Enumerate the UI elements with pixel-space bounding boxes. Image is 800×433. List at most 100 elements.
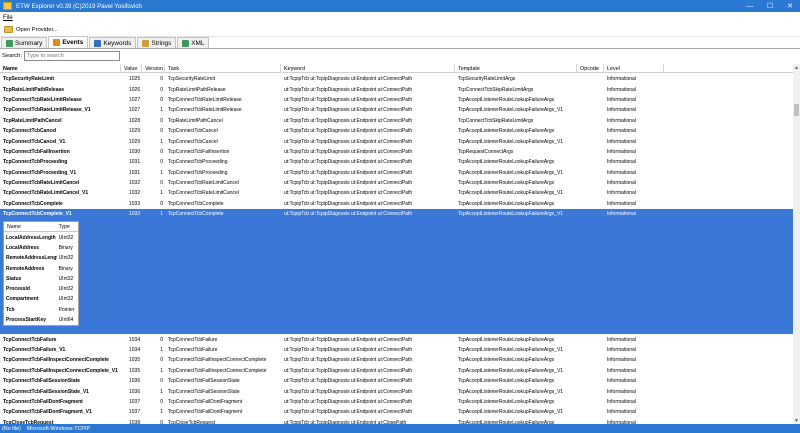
table-row[interactable]: TcpConnectTcbRateLimitRelease 1027 0 TcpCon… (0, 95, 793, 105)
event-fields-table: Name Type LocalAddressLength UInt32 LocalA… (3, 221, 79, 327)
cell-template: TcpAcceptListenerRouteLookupFailureArgs_… (458, 347, 564, 354)
field-row[interactable]: LocalAddress Binary (4, 243, 78, 253)
selected-table-row[interactable]: TcpConnectTcbComplete_V1 1033 1 TcpConne… (0, 209, 793, 220)
cell-template: TcpAcceptListenerRouteLookupFailureArgs_… (458, 211, 564, 218)
cell-version: 0 (160, 76, 163, 83)
column-header-task[interactable]: Task (165, 64, 281, 73)
cell-level: Informational (607, 190, 636, 197)
table-row[interactable]: TcpConnectTcbFailure 1034 0 TcpConnectTcbFa… (0, 334, 793, 344)
table-row[interactable]: TcpConnectTcbFailInsertion 1030 0 TcpConnec… (0, 147, 793, 157)
cell-name: TcpConnectTcbFailure_V1 (3, 347, 66, 354)
cell-name: TcpConnectTcbCancel (3, 128, 57, 135)
cell-version: 0 (160, 117, 163, 124)
close-button[interactable]: ✕ (780, 0, 800, 12)
field-name: Compartment (6, 296, 39, 303)
cell-template: TcpAcceptListenerRouteLookupFailureArgs_… (458, 138, 564, 145)
cell-name: TcpConnectTcbComplete (3, 200, 63, 207)
column-header-version[interactable]: Version (142, 64, 165, 73)
cell-value: 1028 (129, 117, 141, 124)
cell-version: 1 (160, 138, 163, 145)
cell-value: 1032 (129, 180, 141, 187)
title-bar: ETW Explorer v0.39 (C)2019 Pavel Yosifov… (0, 0, 800, 12)
scroll-thumb[interactable] (794, 104, 799, 116)
table-row[interactable]: TcpRateLimitPathCancel 1028 0 TcpRateLimitP… (0, 116, 793, 126)
tab-strip: Summary Events Keywords Strings XML (0, 36, 800, 49)
field-row[interactable]: ProcessId UInt32 (4, 284, 78, 294)
field-row[interactable]: ProcessStartKey UInt64 (4, 315, 78, 325)
cell-task: TcpConnectTcbRateLimitCancel (168, 180, 239, 187)
table-row[interactable]: TcpConnectTcbFailInspectConnectComplete_… (0, 366, 793, 376)
tab-strings[interactable]: Strings (137, 37, 177, 48)
cell-template: TcpAcceptListenerRouteLookupFailureArgs_… (458, 388, 564, 395)
tab-events[interactable]: Events (48, 36, 89, 48)
cell-keyword: ut:TcpipTcb ut:TcpipDiagnosis ut:Endpoin… (284, 76, 413, 83)
cell-version: 1 (160, 190, 163, 197)
table-row[interactable]: TcpConnectTcbFailDontFragment 1037 0 TcpCon… (0, 397, 793, 407)
table-row[interactable]: TcpConnectTcbCancel_V1 1029 1 TcpConnectTcb… (0, 136, 793, 146)
scroll-down-arrow-icon[interactable]: ▼ (793, 417, 800, 424)
field-row[interactable]: RemoteAddress Binary (4, 263, 78, 273)
table-row[interactable]: TcpConnectTcbComplete 1033 0 TcpConnectTcbC… (0, 199, 793, 209)
cell-keyword: ut:TcpipTcb ut:TcpipDiagnosis ut:Endpoin… (284, 107, 413, 114)
tab-label: Strings (151, 39, 172, 47)
field-name: LocalAddressLength (6, 234, 56, 241)
column-header-keyword[interactable]: Keyword (281, 64, 455, 73)
table-row[interactable]: TcpConnectTcbFailInspectConnectComplete 1… (0, 355, 793, 365)
cell-value: 1030 (129, 148, 141, 155)
field-row[interactable]: Compartment UInt32 (4, 294, 78, 304)
cell-version: 1 (160, 107, 163, 114)
fields-header-name[interactable]: Name (4, 224, 57, 230)
search-input[interactable] (23, 51, 120, 61)
table-row[interactable]: TcpConnectTcbCancel 1029 0 TcpConnectTcbCan… (0, 126, 793, 136)
column-header-opcode[interactable]: Opcode (577, 64, 604, 73)
cell-level: Informational (607, 357, 636, 364)
cell-level: Informational (607, 117, 636, 124)
menu-file[interactable]: File (3, 15, 13, 21)
table-row[interactable]: TcpSecurityRateLimit 1025 0 TcpSecurityRate… (0, 74, 793, 84)
cell-task: TcpRateLimitPathRelease (168, 86, 226, 93)
window-controls: — ☐ ✕ (740, 0, 800, 12)
column-header-name[interactable]: Name (0, 64, 121, 73)
cell-name: TcpRateLimitPathRelease (3, 86, 65, 93)
field-row[interactable]: Status UInt32 (4, 274, 78, 284)
vertical-scrollbar[interactable]: ▲ ▼ (793, 64, 800, 424)
scroll-up-arrow-icon[interactable]: ▲ (793, 64, 800, 71)
cell-version: 1 (160, 409, 163, 416)
table-row[interactable]: TcpConnectTcbFailSessionState 1036 0 TcpCon… (0, 376, 793, 386)
search-label: Search: (2, 53, 22, 59)
table-row[interactable]: TcpConnectTcbProceeding 1031 0 TcpConnectTc… (0, 157, 793, 167)
minimize-button[interactable]: — (740, 0, 760, 12)
table-row[interactable]: TcpRateLimitPathRelease 1026 0 TcpRateLimit… (0, 84, 793, 94)
events-icon (53, 39, 61, 46)
cell-name: TcpConnectTcbFailSessionState (3, 378, 81, 385)
tab-keywords[interactable]: Keywords (89, 37, 137, 48)
maximize-button[interactable]: ☐ (760, 0, 780, 12)
table-row[interactable]: TcpConnectTcbRateLimitRelease_V1 1027 1 Tcp… (0, 105, 793, 115)
cell-task: TcpConnectTcbComplete (168, 211, 224, 218)
column-header-level[interactable]: Level (604, 64, 664, 73)
cell-value: 1032 (129, 190, 141, 197)
field-row[interactable]: RemoteAddressLength UInt32 (4, 253, 78, 263)
cell-name: TcpSecurityRateLimit (3, 76, 55, 83)
cell-level: Informational (607, 409, 636, 416)
cell-value: 1033 (129, 211, 141, 218)
tab-summary[interactable]: Summary (1, 37, 48, 48)
column-header-template[interactable]: Template (455, 64, 577, 73)
field-row[interactable]: Tcb Pointer (4, 305, 78, 315)
table-row[interactable]: TcpConnectTcbFailure_V1 1034 1 TcpConnectTc… (0, 345, 793, 355)
field-row[interactable]: LocalAddressLength UInt32 (4, 232, 78, 242)
table-row[interactable]: TcpConnectTcbFailSessionState_V1 1036 1 Tcp… (0, 386, 793, 396)
table-row[interactable]: TcpConnectTcbProceeding_V1 1031 1 TcpConnec… (0, 168, 793, 178)
table-row[interactable]: TcpConnectTcbRateLimitCancel_V1 1032 1 TcpC… (0, 188, 793, 198)
fields-header-type[interactable]: Type (57, 224, 78, 230)
table-row[interactable]: TcpConnectTcbRateLimitCancel 1032 0 TcpConn… (0, 178, 793, 188)
cell-keyword: ut:TcpipTcb ut:TcpipDiagnosis ut:Endpoin… (284, 86, 413, 93)
column-header-value[interactable]: Value (121, 64, 142, 73)
events-grid: TcpSecurityRateLimit 1025 0 TcpSecurityRate… (0, 74, 793, 424)
open-provider-button[interactable]: Open Provider... (4, 26, 58, 33)
tab-xml[interactable]: XML (177, 37, 210, 48)
cell-version: 0 (160, 128, 163, 135)
menu-bar: File (0, 12, 800, 23)
field-name: LocalAddress (6, 244, 40, 251)
table-row[interactable]: TcpConnectTcbFailDontFragment_V1 1037 1 Tcp… (0, 407, 793, 417)
